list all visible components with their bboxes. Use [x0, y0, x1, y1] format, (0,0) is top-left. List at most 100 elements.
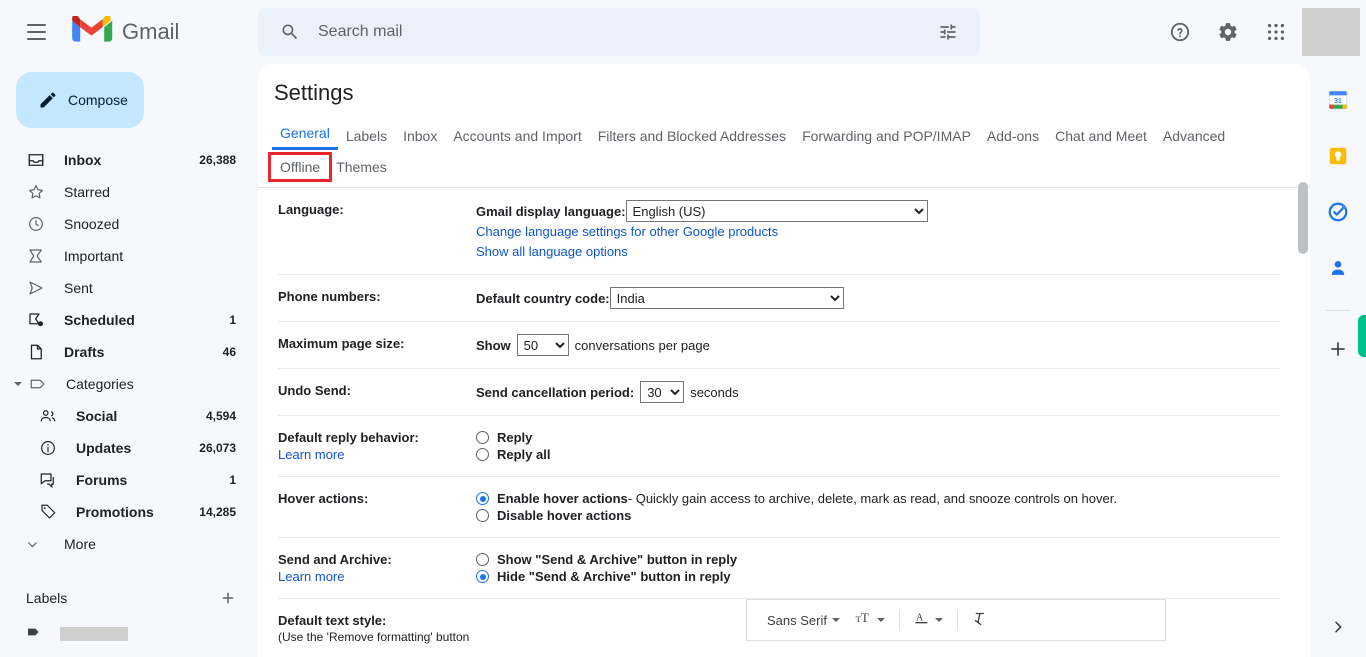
tab-labels[interactable]: Labels — [338, 128, 395, 150]
radio-option-reply-all[interactable]: Reply all — [476, 447, 1280, 462]
inbox-icon — [26, 150, 46, 170]
font-family-value: Sans Serif — [767, 612, 827, 628]
radio-button[interactable] — [476, 553, 489, 566]
radio-option-hide-send-and-archive[interactable]: Hide "Send & Archive" button in reply — [476, 569, 1280, 584]
sidebar-item-updates[interactable]: Updates 26,073 — [0, 432, 246, 464]
row-label: Send and Archive: — [278, 552, 392, 567]
green-side-tab[interactable] — [1358, 315, 1366, 357]
radio-button[interactable] — [476, 570, 489, 583]
setting-row-maximum-page-size: Maximum page size: Show 50 conversations… — [278, 322, 1280, 369]
sidebar-item-drafts[interactable]: Drafts 46 — [0, 336, 246, 368]
tab-advanced[interactable]: Advanced — [1155, 128, 1233, 150]
google-calendar-icon[interactable]: 31 — [1318, 80, 1358, 120]
sidebar-item-scheduled[interactable]: Scheduled 1 — [0, 304, 246, 336]
chevron-right-icon[interactable] — [1324, 613, 1352, 641]
label-name-redacted — [60, 627, 128, 641]
text-color-dropdown[interactable]: A — [908, 605, 949, 636]
tab-themes[interactable]: Themes — [328, 156, 395, 178]
info-icon — [38, 438, 58, 458]
radio-button[interactable] — [476, 492, 489, 505]
change-language-settings-link[interactable]: Change language settings for other Googl… — [476, 222, 1280, 242]
tab-inbox[interactable]: Inbox — [395, 128, 445, 150]
sidebar-item-count: 26,388 — [199, 153, 236, 167]
sidebar-item-count: 1 — [229, 473, 236, 487]
draft-icon — [26, 342, 46, 362]
radio-option-reply[interactable]: Reply — [476, 430, 1280, 445]
radio-button[interactable] — [476, 448, 489, 461]
avatar[interactable] — [1302, 8, 1360, 56]
show-all-language-options-link[interactable]: Show all language options — [476, 242, 1280, 262]
sidebar-item-important[interactable]: Important — [0, 240, 246, 272]
gmail-settings-page: Gmail Search mail Compose Inbox 26,388 S… — [0, 0, 1366, 657]
search-input[interactable] — [310, 22, 928, 42]
google-contacts-icon[interactable] — [1318, 248, 1358, 288]
google-apps-grid-icon[interactable] — [1252, 8, 1300, 56]
tab-accounts-and-import[interactable]: Accounts and Import — [445, 128, 589, 150]
sidebar-item-promotions[interactable]: Promotions 14,285 — [0, 496, 246, 528]
remove-formatting-button[interactable] — [966, 605, 996, 636]
add-label-icon[interactable] — [216, 586, 240, 610]
sidebar-item-label: Updates — [76, 440, 132, 456]
scrollbar-thumb[interactable] — [1298, 182, 1308, 254]
settings-scrollbar[interactable] — [1298, 182, 1308, 657]
important-icon — [26, 246, 46, 266]
sidebar-item-sent[interactable]: Sent — [0, 272, 246, 304]
add-ons-plus-icon[interactable] — [1318, 329, 1358, 369]
compose-button[interactable]: Compose — [16, 72, 144, 128]
search-icon[interactable] — [270, 12, 310, 52]
send-cancellation-period-select[interactable]: 30 — [640, 381, 685, 403]
sidebar-item-social[interactable]: Social 4,594 — [0, 400, 246, 432]
google-tasks-icon[interactable] — [1318, 192, 1358, 232]
sidebar-item-inbox[interactable]: Inbox 26,388 — [0, 144, 246, 176]
sidebar-item-categories[interactable]: Categories — [0, 368, 246, 400]
radio-option-disable-hover-actions[interactable]: Disable hover actions — [476, 508, 1280, 523]
tab-offline[interactable]: Offline — [267, 152, 333, 182]
settings-tabs-row-2: Offline Themes — [258, 150, 1310, 184]
search-bar[interactable] — [258, 8, 980, 56]
hamburger-menu-icon[interactable] — [12, 8, 60, 56]
tab-forwarding-and-pop-imap[interactable]: Forwarding and POP/IMAP — [794, 128, 979, 150]
radio-option-show-send-and-archive[interactable]: Show "Send & Archive" button in reply — [476, 552, 1280, 567]
gmail-logo[interactable]: Gmail — [72, 16, 179, 48]
page-size-suffix: conversations per page — [574, 337, 710, 353]
radio-description: - Quickly gain access to archive, delete… — [627, 491, 1117, 506]
font-size-dropdown[interactable]: TT — [848, 606, 891, 635]
radio-label: Hide "Send & Archive" button in reply — [497, 569, 731, 584]
labels-title: Labels — [26, 590, 68, 606]
chevron-down-icon — [24, 536, 40, 552]
forum-icon — [38, 470, 58, 490]
gear-icon[interactable] — [1204, 8, 1252, 56]
tab-add-ons[interactable]: Add-ons — [979, 128, 1047, 150]
row-body: Gmail display language: English (US) Cha… — [476, 200, 1280, 262]
radio-label: Reply all — [497, 447, 551, 462]
row-body: Send cancellation period: 30 seconds — [476, 381, 1280, 403]
tab-chat-and-meet[interactable]: Chat and Meet — [1047, 128, 1155, 150]
list-item[interactable] — [0, 618, 256, 650]
sidebar-item-more[interactable]: More — [0, 528, 246, 560]
gmail-display-language-select[interactable]: English (US) — [625, 200, 928, 222]
tab-general[interactable]: General — [272, 125, 338, 150]
tab-filters-and-blocked-addresses[interactable]: Filters and Blocked Addresses — [590, 128, 794, 150]
search-options-icon[interactable] — [928, 12, 968, 52]
help-icon[interactable] — [1156, 8, 1204, 56]
font-family-dropdown[interactable]: Sans Serif — [761, 609, 846, 632]
scheduled-icon — [26, 310, 46, 330]
sidebar-item-starred[interactable]: Starred — [0, 176, 246, 208]
svg-text:31: 31 — [1334, 98, 1342, 105]
sidebar-item-label: Sent — [64, 280, 93, 296]
remove-formatting-icon — [972, 609, 990, 632]
settings-content: Language: Gmail display language: Englis… — [258, 188, 1310, 657]
sidebar-item-label: Starred — [64, 184, 110, 200]
sidebar-item-forums[interactable]: Forums 1 — [0, 464, 246, 496]
sidebar-item-snoozed[interactable]: Snoozed — [0, 208, 246, 240]
google-keep-icon[interactable] — [1318, 136, 1358, 176]
radio-button[interactable] — [476, 509, 489, 522]
radio-button[interactable] — [476, 431, 489, 444]
default-country-code-select[interactable]: India — [609, 287, 844, 309]
learn-more-link[interactable]: Learn more — [278, 447, 476, 462]
page-size-select[interactable]: 50 — [516, 334, 569, 356]
text-color-icon: A — [914, 609, 930, 632]
radio-option-enable-hover-actions[interactable]: Enable hover actions - Quickly gain acce… — [476, 491, 1280, 506]
learn-more-link[interactable]: Learn more — [278, 569, 476, 584]
label-tag-icon — [26, 624, 42, 645]
